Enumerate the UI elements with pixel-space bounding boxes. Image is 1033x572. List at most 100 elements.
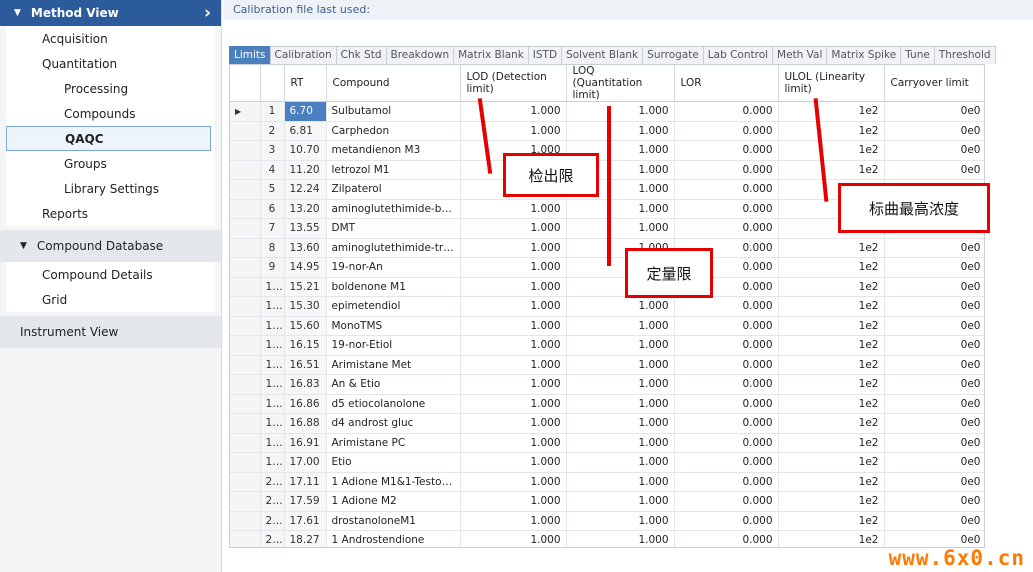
- cell-carryover[interactable]: 0e0: [884, 335, 984, 356]
- cell-loq[interactable]: 1.000: [566, 394, 675, 414]
- cell-lod[interactable]: 1.000: [460, 101, 567, 122]
- column-header-lod[interactable]: LOD (Detection limit): [460, 65, 567, 102]
- sidebar-item-qaqc[interactable]: QAQC: [6, 126, 211, 151]
- tab-istd[interactable]: ISTD: [527, 46, 563, 64]
- cell-lod[interactable]: 1.000: [460, 335, 567, 356]
- cell-carryover[interactable]: 0e0: [884, 121, 984, 141]
- table-row[interactable]: 10 15.21 boldenone M1 1.000 0.000 1e2 0e0: [230, 277, 984, 297]
- cell-lod[interactable]: 1.000: [460, 511, 567, 531]
- cell-rt[interactable]: 16.15: [284, 335, 327, 356]
- cell-ulol[interactable]: 1e2: [778, 160, 885, 180]
- cell-carryover[interactable]: 0e0: [884, 472, 984, 492]
- cell-ulol[interactable]: 1e2: [778, 238, 885, 258]
- cell-lod[interactable]: 1.000: [460, 374, 567, 395]
- compound-database-header[interactable]: ▼ Compound Database: [0, 230, 221, 262]
- cell-lor[interactable]: 0.000: [674, 355, 779, 375]
- tab-limits[interactable]: Limits: [229, 46, 271, 64]
- chevron-right-icon[interactable]: ›: [204, 3, 211, 23]
- cell-rt[interactable]: 16.83: [284, 374, 327, 395]
- cell-ulol[interactable]: 1e2: [778, 277, 885, 297]
- cell-ulol[interactable]: 1e2: [778, 413, 885, 434]
- cell-loq[interactable]: 1.000: [566, 101, 675, 122]
- tab-surrogate[interactable]: Surrogate: [642, 46, 704, 64]
- cell-lod[interactable]: 1.000: [460, 452, 567, 473]
- cell-loq[interactable]: 1.000: [566, 452, 675, 473]
- tab-tune[interactable]: Tune: [900, 46, 935, 64]
- cell-carryover[interactable]: 0e0: [884, 491, 984, 512]
- tab-chk-std[interactable]: Chk Std: [335, 46, 387, 64]
- table-row[interactable]: 12 15.60 MonoTMS 1.000 1.000 0.000 1e2 0e0: [230, 316, 984, 336]
- cell-lod[interactable]: 1.000: [460, 218, 567, 239]
- cell-carryover[interactable]: 0e0: [884, 238, 984, 258]
- cell-compound[interactable]: Arimistane PC: [326, 433, 461, 453]
- table-row[interactable]: 14 16.51 Arimistane Met 1.000 1.000 0.000 1e2 0…: [230, 355, 984, 375]
- cell-lor[interactable]: 0.000: [674, 413, 779, 434]
- cell-carryover[interactable]: 0e0: [884, 160, 984, 180]
- column-header-rt[interactable]: RT: [284, 65, 327, 102]
- cell-lor[interactable]: 0.000: [674, 511, 779, 531]
- cell-lod[interactable]: 1.000: [460, 257, 567, 278]
- cell-lor[interactable]: 0.000: [674, 218, 779, 239]
- cell-compound[interactable]: Zilpaterol: [326, 179, 461, 200]
- cell-compound[interactable]: 1 Adione M1&1-Testo-M...: [326, 472, 461, 492]
- cell-rt[interactable]: 6.70: [284, 101, 327, 122]
- cell-ulol[interactable]: 1e2: [778, 491, 885, 512]
- cell-rt[interactable]: 17.59: [284, 491, 327, 512]
- cell-compound[interactable]: d5 etiocolanolone: [326, 394, 461, 414]
- cell-lod[interactable]: 1.000: [460, 433, 567, 453]
- cell-ulol[interactable]: 1e2: [778, 511, 885, 531]
- sidebar-item-groups[interactable]: Groups: [6, 151, 215, 176]
- table-row[interactable]: 13 16.15 19-nor-Etiol 1.000 1.000 0.000 1e2 0e0: [230, 335, 984, 356]
- table-row[interactable]: 20 17.11 1 Adione M1&1-Testo-M... 1.000 1.00…: [230, 472, 984, 492]
- cell-carryover[interactable]: 0e0: [884, 452, 984, 473]
- instrument-view-header[interactable]: Instrument View: [0, 316, 221, 348]
- cell-lod[interactable]: 1.000: [460, 413, 567, 434]
- cell-ulol[interactable]: 1e2: [778, 257, 885, 278]
- table-row[interactable]: 16 16.86 d5 etiocolanolone 1.000 1.000 0.000 1…: [230, 394, 984, 414]
- cell-rt[interactable]: 16.51: [284, 355, 327, 375]
- cell-ulol[interactable]: 1e2: [778, 374, 885, 395]
- cell-loq[interactable]: 1.000: [566, 355, 675, 375]
- cell-lod[interactable]: 1.000: [460, 238, 567, 258]
- cell-loq[interactable]: 1.000: [566, 335, 675, 356]
- cell-lod[interactable]: 1.000: [460, 296, 567, 317]
- cell-lor[interactable]: 0.000: [674, 160, 779, 180]
- sidebar-item-acquisition[interactable]: Acquisition: [6, 26, 215, 51]
- cell-ulol[interactable]: 1e2: [778, 296, 885, 317]
- cell-ulol[interactable]: 1e2: [778, 472, 885, 492]
- table-row[interactable]: 22 17.61 drostanoloneM1 1.000 1.000 0.000 1e2 0…: [230, 511, 984, 531]
- cell-compound[interactable]: 19-nor-Etiol: [326, 335, 461, 356]
- cell-compound[interactable]: Sulbutamol: [326, 101, 461, 122]
- cell-loq[interactable]: 1.000: [566, 218, 675, 239]
- cell-rt[interactable]: 17.00: [284, 452, 327, 473]
- column-header-ulol[interactable]: ULOL (Linearity limit): [778, 65, 885, 102]
- cell-compound[interactable]: 1 Androstendione: [326, 530, 461, 547]
- cell-compound[interactable]: 19-nor-An: [326, 257, 461, 278]
- sidebar-item-compounds[interactable]: Compounds: [6, 101, 215, 126]
- cell-compound[interactable]: d4 androst gluc: [326, 413, 461, 434]
- cell-compound[interactable]: MonoTMS: [326, 316, 461, 336]
- cell-compound[interactable]: Carphedon: [326, 121, 461, 141]
- cell-lor[interactable]: 0.000: [674, 374, 779, 395]
- cell-lod[interactable]: 1.000: [460, 355, 567, 375]
- cell-lor[interactable]: 0.000: [674, 296, 779, 317]
- cell-carryover[interactable]: 0e0: [884, 374, 984, 395]
- sidebar-item-compound-details[interactable]: Compound Details: [6, 262, 215, 287]
- cell-loq[interactable]: 1.000: [566, 530, 675, 547]
- cell-rt[interactable]: 15.60: [284, 316, 327, 336]
- cell-loq[interactable]: 1.000: [566, 491, 675, 512]
- cell-compound[interactable]: metandienon M3: [326, 140, 461, 161]
- cell-lor[interactable]: 0.000: [674, 101, 779, 122]
- table-row[interactable]: 11 15.30 epimetendiol 1.000 1.000 0.000 1e2 0e0: [230, 296, 984, 317]
- cell-carryover[interactable]: 0e0: [884, 140, 984, 161]
- cell-compound[interactable]: boldenone M1: [326, 277, 461, 297]
- cell-lod[interactable]: 1.000: [460, 394, 567, 414]
- cell-carryover[interactable]: 0e0: [884, 394, 984, 414]
- cell-loq[interactable]: 1.000: [566, 199, 675, 219]
- cell-lod[interactable]: 1.000: [460, 530, 567, 547]
- cell-ulol[interactable]: 1e2: [778, 394, 885, 414]
- cell-lor[interactable]: 0.000: [674, 491, 779, 512]
- cell-compound[interactable]: letrozol M1: [326, 160, 461, 180]
- cell-compound[interactable]: DMT: [326, 218, 461, 239]
- sidebar-item-quantitation[interactable]: Quantitation: [6, 51, 215, 76]
